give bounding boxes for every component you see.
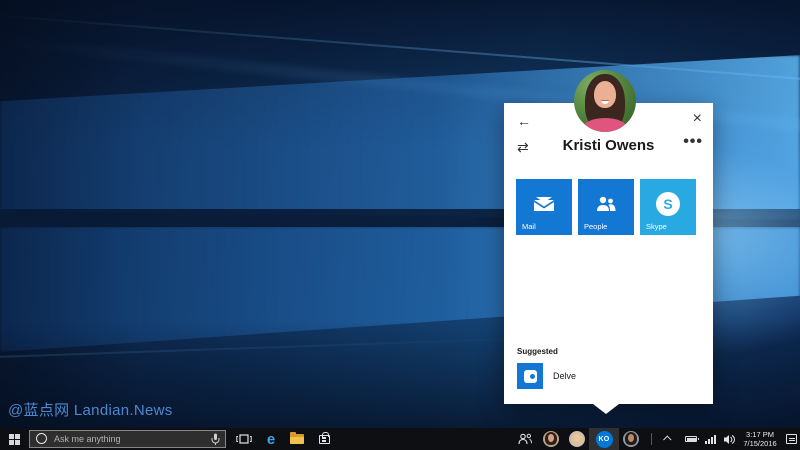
task-view-icon [236,433,252,445]
taskbar-contact-kristi-owens-active[interactable]: KO [589,428,619,450]
tray-separator [651,433,652,445]
my-people-flyout: ← × ⇄ Kristi Owens ••• Mail [504,103,713,404]
contact-1-avatar [543,431,559,447]
suggested-item-label: Delve [553,371,576,381]
network-tray-button[interactable] [701,428,719,450]
clock-date: 7/15/2016 [737,439,783,448]
app-tiles: Mail People S Skype [516,179,696,235]
microphone-icon[interactable] [211,433,220,450]
store-bag-icon [319,435,330,444]
flyout-callout-arrow [593,404,619,414]
taskbar-clock[interactable]: 3:17 PM 7/15/2016 [737,428,783,450]
people-tile[interactable]: People [578,179,634,235]
kristi-owens-initials-badge: KO [596,431,613,448]
cortana-search-box[interactable] [29,430,226,448]
network-signal-icon [705,435,716,444]
speaker-icon [723,434,735,445]
taskbar-contact-3[interactable] [618,428,644,450]
contact-avatar [574,70,636,132]
close-icon[interactable]: × [693,109,702,129]
skype-icon: S [640,189,696,219]
edge-icon: e [267,431,275,448]
action-center-button[interactable] [783,428,800,450]
start-button[interactable] [0,428,28,450]
delve-icon [517,363,543,389]
folder-icon [290,434,304,444]
suggested-header: Suggested [517,347,558,356]
suggested-item-delve[interactable]: Delve [517,363,697,391]
clock-time: 3:17 PM [737,430,783,439]
file-explorer-button[interactable] [284,428,310,450]
people-icon [578,189,634,219]
people-tile-label: People [584,222,607,231]
taskbar: e [0,428,800,450]
mail-tile-label: Mail [522,222,536,231]
more-options-icon[interactable]: ••• [683,132,703,152]
chevron-up-icon [663,435,671,443]
action-center-icon [786,434,797,444]
contact-3-avatar [623,431,639,447]
my-people-icon [518,433,532,445]
contact-2-avatar [569,431,585,447]
mail-tile[interactable]: Mail [516,179,572,235]
my-people-taskbar-button[interactable] [512,428,538,450]
taskbar-contact-2[interactable] [564,428,590,450]
skype-tile[interactable]: S Skype [640,179,696,235]
flyout-title-row: ⇄ Kristi Owens ••• [504,136,713,158]
windows-logo-icon [9,434,20,445]
volume-tray-button[interactable] [720,428,738,450]
desktop-screen: @蓝点网 Landian.News ← × ⇄ Kristi Owens •••… [0,0,800,450]
watermark-text: @蓝点网 Landian.News [8,399,173,420]
battery-tray-button[interactable] [681,428,701,450]
taskbar-contact-1[interactable] [538,428,564,450]
cortana-icon [36,433,47,444]
search-input[interactable] [54,431,184,446]
store-button[interactable] [311,428,337,450]
show-hidden-icons-button[interactable] [658,428,678,450]
mail-icon [516,189,572,219]
battery-icon [685,436,697,442]
task-view-button[interactable] [231,428,257,450]
contact-name: Kristi Owens [504,137,713,154]
skype-tile-label: Skype [646,222,667,231]
edge-browser-button[interactable]: e [258,428,284,450]
back-icon[interactable]: ← [517,111,531,131]
